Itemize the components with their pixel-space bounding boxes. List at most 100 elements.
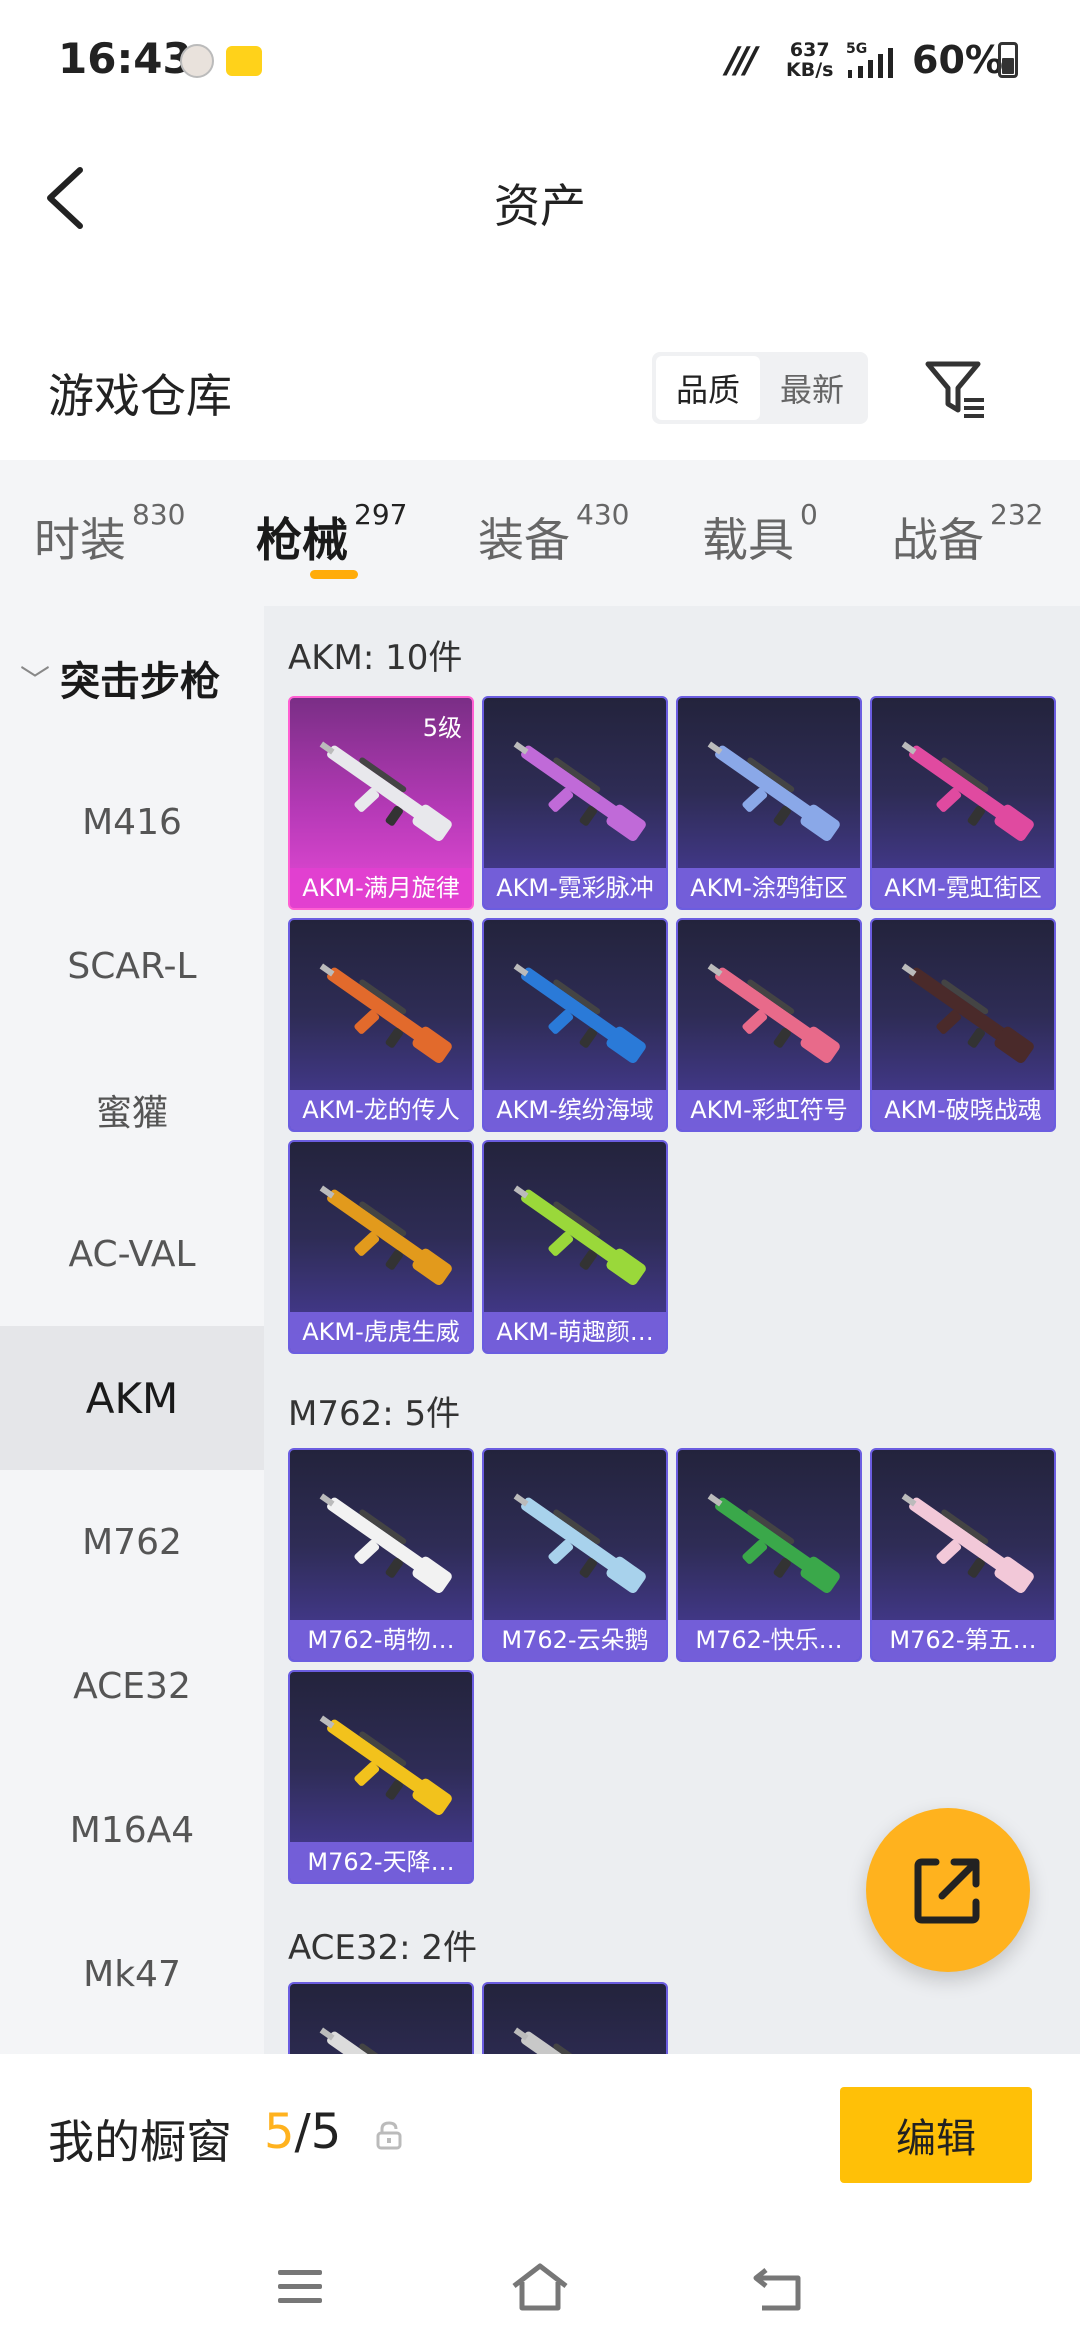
weapon-item-card[interactable]: AKM-霓虹街区	[870, 696, 1056, 910]
notification-app-icon	[226, 46, 262, 76]
weapon-skin-icon	[901, 963, 1034, 1064]
tab-label: 装备	[478, 513, 570, 567]
weapon-type-sidebar: ﹀ 突击步枪 M416 SCAR-L 蜜獾 AC-VAL AKM M762 AC…	[0, 606, 264, 2054]
weapon-item-card[interactable]: AKM-龙的传人	[288, 918, 474, 1132]
weapon-item-card[interactable]: AKM-缤纷海域	[482, 918, 668, 1132]
sidebar-item-m16a4[interactable]: M16A4	[0, 1758, 264, 1902]
weapon-skin-icon	[319, 741, 452, 842]
weapon-skin-icon	[901, 1493, 1034, 1594]
network-speed: 637 KB/s	[786, 40, 833, 80]
home-icon	[512, 2263, 568, 2311]
item-name: AKM-涂鸦街区	[678, 868, 860, 908]
sort-newest-option[interactable]: 最新	[760, 356, 864, 420]
network-type: 5G	[846, 41, 867, 57]
item-name: M762-快乐…	[678, 1620, 860, 1660]
nav-menu-button[interactable]	[260, 2256, 340, 2320]
tab-label: 时装	[34, 513, 126, 567]
sidebar-item-honey-badger[interactable]: 蜜獾	[0, 1038, 264, 1182]
sidebar-item-m416[interactable]: M416	[0, 750, 264, 894]
item-level-badge: 5级	[422, 714, 462, 742]
tab-count: 297	[354, 498, 408, 531]
weapon-item-card[interactable]: AKM-破晓战魂	[870, 918, 1056, 1132]
showcase-label: 我的橱窗	[48, 2115, 232, 2169]
item-name: AKM-破晓战魂	[872, 1090, 1054, 1130]
weapon-skin-icon	[319, 963, 452, 1064]
warehouse-title: 游戏仓库	[48, 369, 232, 423]
sidebar-item-akm[interactable]: AKM	[0, 1326, 264, 1470]
weapon-item-card[interactable]: AKM-霓彩脉冲	[482, 696, 668, 910]
weapon-item-card[interactable]: M762-第五…	[870, 1448, 1056, 1662]
tab-battle-gear[interactable]: 战备 232	[892, 498, 1043, 570]
filter-icon	[925, 361, 984, 418]
weapon-item-card[interactable]: AKM-虎虎生威	[288, 1140, 474, 1354]
item-name: AKM-虎虎生威	[290, 1312, 472, 1352]
weapon-item-card[interactable]: 5级 AKM-满月旋律	[288, 696, 474, 910]
weapon-item-card[interactable]: M762-云朵鹅	[482, 1448, 668, 1662]
sidebar-item-ace32[interactable]: ACE32	[0, 1614, 264, 1758]
tab-count: 830	[132, 498, 186, 531]
tab-label: 战备	[892, 513, 984, 567]
weapon-skin-icon	[513, 963, 646, 1064]
sidebar-group-label: 突击步枪	[60, 659, 220, 705]
item-name: M762-萌物…	[290, 1620, 472, 1660]
weapon-skin-icon	[707, 741, 840, 842]
weapon-skin-icon	[513, 1185, 646, 1286]
item-name: M762-云朵鹅	[484, 1620, 666, 1660]
tab-vehicles[interactable]: 载具 0	[702, 498, 818, 570]
weapon-skin-icon	[513, 741, 646, 842]
weapon-skin-icon	[319, 1185, 452, 1286]
showcase-count: 5/5	[264, 2104, 341, 2160]
weapon-item-card[interactable]: AKM-彩虹符号	[676, 918, 862, 1132]
sidebar-item-scar-l[interactable]: SCAR-L	[0, 894, 264, 1038]
share-button[interactable]	[866, 1808, 1030, 1972]
showcase-count-current: 5	[264, 2104, 295, 2160]
filter-button[interactable]	[920, 354, 990, 424]
weapon-item-card[interactable]: M762-快乐…	[676, 1448, 862, 1662]
lock-icon	[376, 2121, 402, 2150]
sort-quality-option[interactable]: 品质	[656, 356, 760, 420]
tab-count: 0	[800, 498, 818, 531]
item-name: AKM-龙的传人	[290, 1090, 472, 1130]
weapon-item-card[interactable]: AKM-萌趣颜…	[482, 1140, 668, 1354]
back-nav-icon	[753, 2268, 801, 2311]
weapon-item-card[interactable]	[482, 1982, 668, 2054]
weapon-skin-icon	[513, 2027, 641, 2054]
weapon-item-card[interactable]: AKM-涂鸦街区	[676, 696, 862, 910]
item-name: AKM-霓虹街区	[872, 868, 1054, 908]
weapon-skin-icon	[707, 963, 840, 1064]
menu-icon	[278, 2270, 322, 2303]
tab-label: 载具	[702, 513, 794, 567]
weapon-item-card[interactable]: M762-天降…	[288, 1670, 474, 1884]
weapon-skin-icon	[707, 1493, 840, 1594]
nav-back-button[interactable]	[740, 2256, 820, 2320]
tab-fashion[interactable]: 时装 830	[34, 498, 185, 570]
weapon-item-card[interactable]: M762-萌物…	[288, 1448, 474, 1662]
page-title: 资产	[494, 179, 586, 233]
item-name: AKM-彩虹符号	[678, 1090, 860, 1130]
item-name: AKM-满月旋律	[290, 868, 472, 908]
category-tabs: 时装 830 枪械 297 装备 430 载具 0 战备 232	[0, 460, 1080, 606]
sidebar-item-mk47[interactable]: Mk47	[0, 1902, 264, 2046]
tab-equipment[interactable]: 装备 430	[478, 498, 629, 570]
section-title-ace32: ACE32: 2件	[288, 1928, 478, 1968]
sidebar-item-m762[interactable]: M762	[0, 1470, 264, 1614]
sidebar-item-ac-val[interactable]: AC-VAL	[0, 1182, 264, 1326]
item-name: AKM-萌趣颜…	[484, 1312, 666, 1352]
network-speed-value: 637	[789, 39, 830, 61]
tab-label: 枪械	[256, 513, 348, 567]
signal-icon: 5G	[846, 41, 893, 78]
edit-button[interactable]: 编辑	[840, 2087, 1032, 2183]
weapon-skin-icon	[901, 741, 1034, 842]
showcase-count-total: /5	[294, 2104, 342, 2160]
status-time: 16:43	[58, 34, 192, 83]
tab-guns[interactable]: 枪械 297	[256, 498, 407, 570]
sort-toggle: 品质 最新	[652, 352, 868, 424]
weapon-item-card[interactable]	[288, 1982, 474, 2054]
tab-count: 232	[990, 498, 1044, 531]
sidebar-group-assault-rifles[interactable]: ﹀ 突击步枪	[0, 606, 264, 750]
section-title-akm: AKM: 10件	[288, 638, 463, 678]
section-title-m762: M762: 5件	[288, 1394, 461, 1434]
active-tab-indicator	[310, 570, 358, 579]
nav-home-button[interactable]	[500, 2256, 580, 2320]
notification-avatar-icon	[180, 44, 214, 78]
